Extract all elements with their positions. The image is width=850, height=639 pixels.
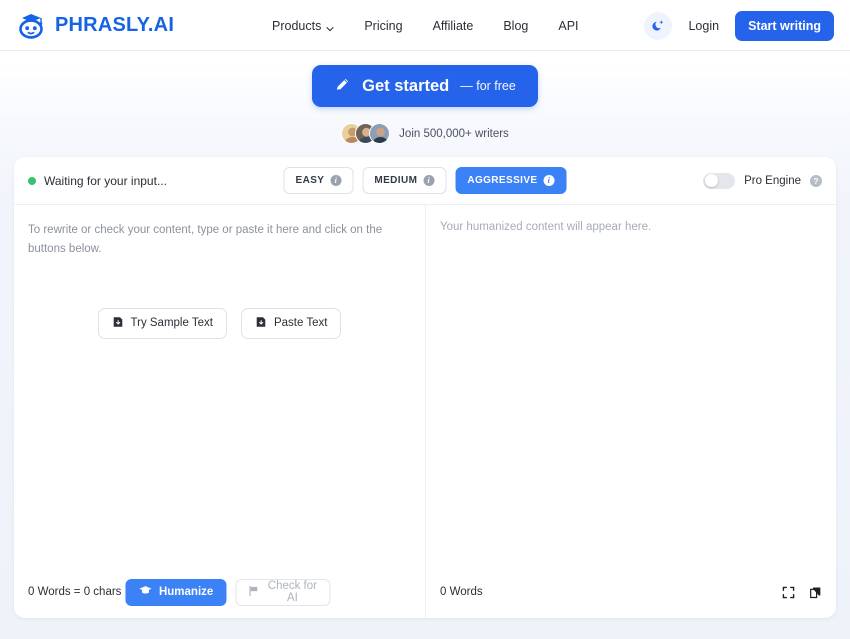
input-pane: To rewrite or check your content, type o… <box>14 205 425 618</box>
copy-icon[interactable] <box>809 586 822 599</box>
header-actions: Login Start writing <box>644 0 834 51</box>
info-icon[interactable]: i <box>423 175 435 186</box>
mode-button-aggressive[interactable]: AGGRESSIVE i <box>455 167 567 194</box>
start-writing-button[interactable]: Start writing <box>735 10 834 41</box>
output-placeholder: Your humanized content will appear here. <box>440 221 652 233</box>
page-root: PHRASLY.AI Products Pricing Affiliate Bl… <box>0 0 850 639</box>
paste-text-label: Paste Text <box>273 317 328 330</box>
mode-label: EASY <box>295 175 325 186</box>
input-placeholder: To rewrite or check your content, type o… <box>28 224 383 255</box>
social-proof-text: Join 500,000+ writers <box>399 127 509 140</box>
mode-button-medium[interactable]: MEDIUM i <box>362 167 447 194</box>
flag-icon <box>247 585 259 600</box>
social-proof: Join 500,000+ writers <box>341 123 509 144</box>
import-icon <box>112 316 124 331</box>
hero-section: Get started — for free Join 500,000+ wri… <box>0 51 850 144</box>
get-started-button[interactable]: Get started — for free <box>312 65 538 107</box>
editor-card: Waiting for your input... EASY i MEDIUM … <box>14 157 836 618</box>
nav-item-pricing[interactable]: Pricing <box>364 19 402 33</box>
nav-label: Pricing <box>364 18 403 33</box>
get-started-sublabel: — for free <box>460 79 516 93</box>
pencil-icon <box>334 76 351 96</box>
input-word-count: 0 Words = 0 chars <box>28 586 122 598</box>
nav-label: API <box>558 18 579 33</box>
status-dot-icon <box>28 176 36 185</box>
mode-selector: EASY i MEDIUM i AGGRESSIVE i <box>283 167 567 194</box>
input-actions: Humanize Check for AI <box>124 578 331 606</box>
chevron-down-icon <box>326 22 334 31</box>
check-for-ai-button[interactable]: Check for AI <box>235 578 331 606</box>
pro-engine-control: Pro Engine ? <box>703 172 822 189</box>
pro-engine-label: Pro Engine <box>744 174 801 187</box>
humanize-button[interactable]: Humanize <box>124 578 227 606</box>
try-sample-text-label: Try Sample Text <box>130 317 213 330</box>
main-nav: Products Pricing Affiliate Blog API <box>272 0 579 51</box>
nav-item-products[interactable]: Products <box>272 19 334 33</box>
nav-label: Products <box>272 18 322 33</box>
status-indicator: Waiting for your input... <box>28 174 167 188</box>
editor-toolbar: Waiting for your input... EASY i MEDIUM … <box>14 157 836 205</box>
output-word-count: 0 Words <box>440 586 483 598</box>
paste-text-button[interactable]: Paste Text <box>240 307 342 339</box>
moon-icon[interactable] <box>644 11 673 40</box>
graduation-cap-icon <box>138 584 152 600</box>
info-icon[interactable]: i <box>543 175 555 186</box>
login-link[interactable]: Login <box>688 19 719 33</box>
input-quick-actions: Try Sample Text Paste Text <box>28 307 411 339</box>
avatar-group <box>341 123 391 144</box>
input-footer: 0 Words = 0 chars Humanize Check for AI <box>14 566 425 618</box>
try-sample-text-button[interactable]: Try Sample Text <box>97 307 227 339</box>
import-icon <box>255 316 267 331</box>
editor-panes: To rewrite or check your content, type o… <box>14 205 836 618</box>
avatar <box>369 123 391 144</box>
nav-item-affiliate[interactable]: Affiliate <box>433 19 474 33</box>
nav-item-api[interactable]: API <box>558 19 578 33</box>
check-for-ai-label: Check for AI <box>267 580 317 604</box>
nav-item-blog[interactable]: Blog <box>503 19 528 33</box>
status-label: Waiting for your input... <box>44 173 167 188</box>
toggle-knob <box>704 174 718 187</box>
info-icon[interactable]: i <box>330 175 342 186</box>
output-footer: 0 Words <box>426 566 836 618</box>
input-area[interactable]: To rewrite or check your content, type o… <box>14 205 425 566</box>
nav-label: Blog <box>503 18 529 33</box>
fullscreen-icon[interactable] <box>782 586 795 599</box>
pro-engine-toggle[interactable] <box>703 172 736 189</box>
humanize-label: Humanize <box>158 586 214 598</box>
brand-name: PHRASLY.AI <box>55 13 175 36</box>
mode-label: AGGRESSIVE <box>467 175 538 186</box>
help-icon[interactable]: ? <box>810 174 822 187</box>
site-header: PHRASLY.AI Products Pricing Affiliate Bl… <box>0 0 850 51</box>
robot-graduate-icon <box>16 10 48 40</box>
mode-button-easy[interactable]: EASY i <box>283 167 354 194</box>
mode-label: MEDIUM <box>374 175 418 186</box>
get-started-label: Get started <box>362 76 450 95</box>
output-actions <box>782 586 822 599</box>
nav-label: Affiliate <box>432 18 474 33</box>
brand-logo[interactable]: PHRASLY.AI <box>16 10 174 40</box>
output-pane: Your humanized content will appear here.… <box>425 205 836 618</box>
